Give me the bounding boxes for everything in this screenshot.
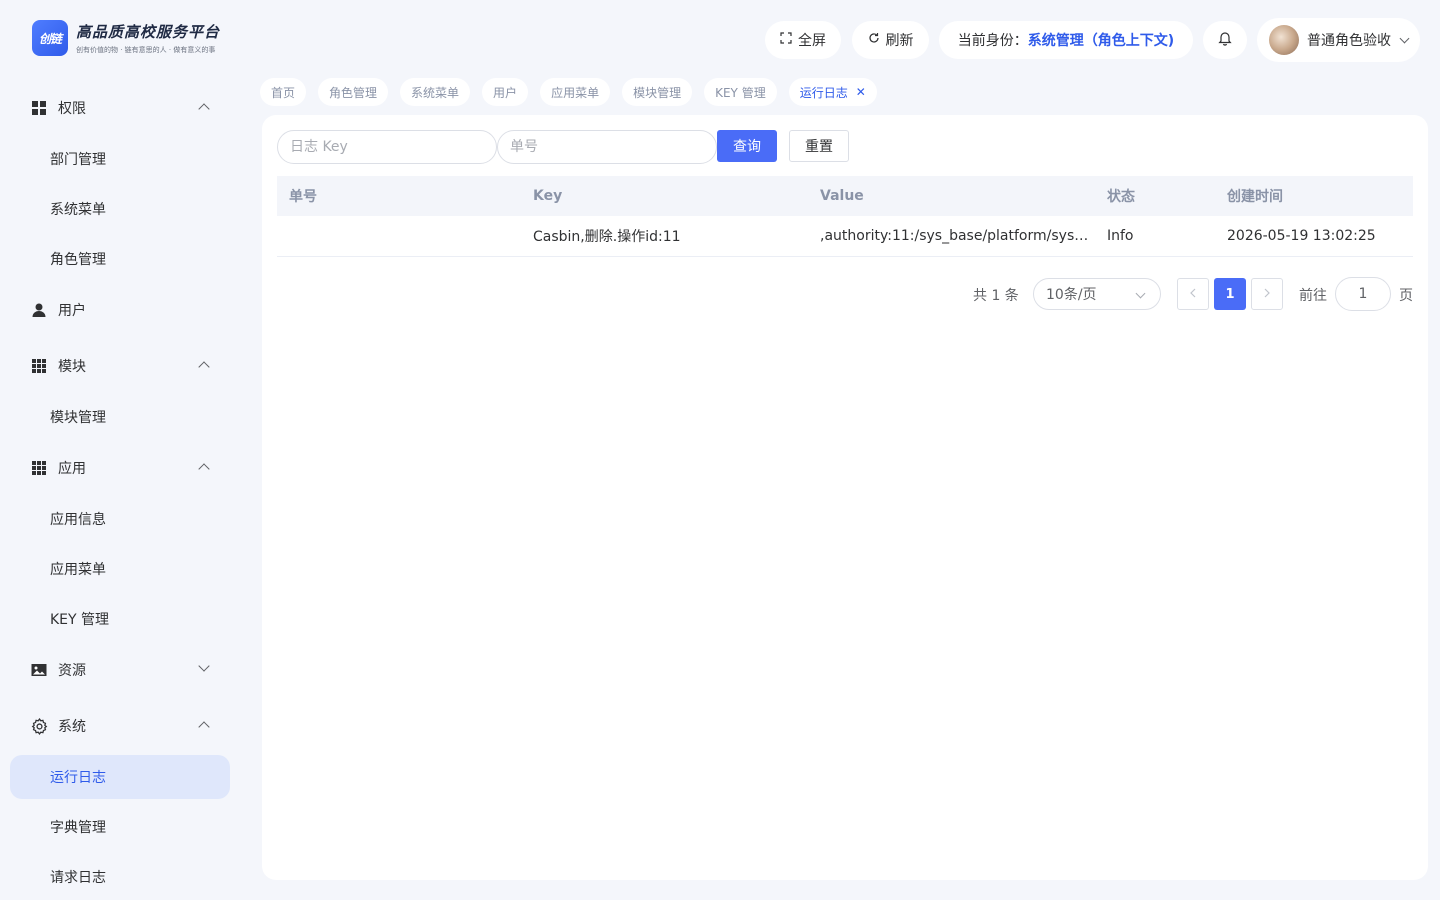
- page-size-select[interactable]: 10条/页: [1033, 278, 1161, 310]
- grid-icon: [30, 99, 48, 117]
- sidebar-menu: 权限 部门管理 系统菜单 角色管理 用户 模块 模块管理 应用 应用信息 应用菜…: [10, 85, 230, 899]
- chevron-right-icon: [1263, 287, 1271, 301]
- column-header: 单号: [289, 189, 317, 205]
- query-button[interactable]: 查询: [717, 130, 777, 162]
- column-header: Value: [820, 188, 864, 204]
- sidebar-item-departments[interactable]: 部门管理: [10, 137, 230, 181]
- apps-icon: [30, 357, 48, 375]
- prev-page-button[interactable]: [1177, 278, 1209, 310]
- tab-label: 运行日志: [799, 85, 848, 100]
- tab-users[interactable]: 用户: [482, 78, 529, 106]
- user-menu[interactable]: 普通角色验收: [1257, 18, 1420, 62]
- tab-run-log[interactable]: 运行日志 ✕: [788, 78, 877, 106]
- table-header: 单号 Key Value 状态 创建时间: [277, 176, 1413, 216]
- page-suffix: 页: [1399, 288, 1413, 304]
- pagination: 共 1 条 10条/页 1 前往 页: [262, 277, 1428, 311]
- chevron-up-icon: [198, 103, 210, 115]
- refresh-icon: [868, 32, 880, 48]
- sidebar: 创链 高品质高校服务平台 创有价值的物 · 链有意思的人 · 做有意义的事 权限…: [0, 0, 240, 900]
- brand-subtitle: 创有价值的物 · 链有意思的人 · 做有意义的事: [76, 46, 216, 54]
- avatar: [1269, 25, 1299, 55]
- log-key-input[interactable]: [277, 130, 497, 164]
- sidebar-group-label: 模块: [58, 359, 86, 375]
- sidebar-group-users[interactable]: 用户: [10, 287, 230, 333]
- image-icon: [30, 661, 48, 679]
- main-panel: 查询 重置 单号 Key Value 状态 创建时间 Casbin,删除.操作i…: [262, 115, 1428, 880]
- bell-icon: [1217, 30, 1233, 50]
- gear-icon: [30, 717, 48, 735]
- close-icon[interactable]: ✕: [856, 85, 866, 99]
- sidebar-group-label: 资源: [58, 663, 86, 679]
- sidebar-group-modules[interactable]: 模块: [10, 343, 230, 389]
- table-row[interactable]: Casbin,删除.操作id:11 ,authority:11:/sys_bas…: [277, 216, 1413, 257]
- total-count: 共 1 条: [973, 288, 1019, 304]
- goto-page-input[interactable]: [1335, 277, 1391, 311]
- sidebar-group-label: 权限: [58, 101, 86, 117]
- sidebar-item-request-log[interactable]: 请求日志: [10, 855, 230, 899]
- identity-switcher[interactable]: 当前身份： 系统管理（角色上下文): [939, 21, 1193, 59]
- refresh-button[interactable]: 刷新: [852, 21, 929, 59]
- chevron-left-icon: [1189, 287, 1197, 301]
- tab-app-menu[interactable]: 应用菜单: [540, 78, 611, 106]
- identity-value: 系统管理（角色上下文): [1027, 33, 1175, 49]
- cell-status: Info: [1107, 228, 1134, 244]
- chevron-up-icon: [198, 361, 210, 373]
- sidebar-group-permissions[interactable]: 权限: [10, 85, 230, 131]
- column-header: Key: [533, 188, 563, 204]
- sidebar-item-roles[interactable]: 角色管理: [10, 237, 230, 281]
- chevron-up-icon: [198, 721, 210, 733]
- sidebar-item-app-menu[interactable]: 应用菜单: [10, 547, 230, 591]
- user-icon: [30, 301, 48, 319]
- brand-text: 高品质高校服务平台 创有价值的物 · 链有意思的人 · 做有意义的事: [76, 21, 220, 55]
- user-name: 普通角色验收: [1307, 33, 1391, 49]
- column-header: 状态: [1107, 189, 1135, 205]
- sidebar-group-label: 用户: [58, 303, 86, 319]
- sidebar-group-system[interactable]: 系统: [10, 703, 230, 749]
- identity-label: 当前身份：: [957, 33, 1028, 49]
- cell-created: 2026-05-19 13:02:25: [1227, 228, 1376, 244]
- brand-title: 高品质高校服务平台: [76, 23, 221, 41]
- sidebar-item-key-management[interactable]: KEY 管理: [10, 597, 230, 641]
- column-header: 创建时间: [1227, 189, 1283, 205]
- sidebar-group-label: 应用: [58, 461, 86, 477]
- fullscreen-label: 全屏: [798, 33, 826, 49]
- apps-icon: [30, 459, 48, 477]
- chevron-down-icon: [1399, 33, 1410, 43]
- cell-key: Casbin,删除.操作id:11: [533, 229, 681, 245]
- sidebar-item-module-management[interactable]: 模块管理: [10, 395, 230, 439]
- tab-module-management[interactable]: 模块管理: [622, 78, 693, 106]
- logo-mark: 创链: [32, 20, 68, 56]
- tab-system-menu[interactable]: 系统菜单: [400, 78, 471, 106]
- refresh-label: 刷新: [885, 33, 914, 49]
- sidebar-item-system-menu[interactable]: 系统菜单: [10, 187, 230, 231]
- reset-button[interactable]: 重置: [789, 130, 849, 162]
- brand-logo[interactable]: 创链 高品质高校服务平台 创有价值的物 · 链有意思的人 · 做有意义的事: [32, 20, 220, 56]
- sidebar-item-dictionary[interactable]: 字典管理: [10, 805, 230, 849]
- order-no-input[interactable]: [497, 130, 717, 164]
- cell-value: ,authority:11:/sys_base/platform/sysDict…: [820, 228, 1095, 244]
- log-table: 单号 Key Value 状态 创建时间 Casbin,删除.操作id:11 ,…: [277, 176, 1413, 257]
- sidebar-item-run-log[interactable]: 运行日志: [10, 755, 230, 799]
- chevron-up-icon: [198, 463, 210, 475]
- sidebar-group-label: 系统: [58, 719, 86, 735]
- notifications-button[interactable]: [1203, 21, 1247, 59]
- sidebar-group-resources[interactable]: 资源: [10, 647, 230, 693]
- chevron-down-icon: [198, 660, 210, 672]
- page-tabs: 首页 角色管理 系统菜单 用户 应用菜单 模块管理 KEY 管理 运行日志 ✕: [260, 78, 889, 106]
- sidebar-item-app-info[interactable]: 应用信息: [10, 497, 230, 541]
- chevron-down-icon: [1135, 288, 1146, 299]
- page-number-current[interactable]: 1: [1214, 278, 1246, 310]
- fullscreen-button[interactable]: 全屏: [765, 21, 841, 59]
- tab-key-management[interactable]: KEY 管理: [704, 78, 777, 106]
- fullscreen-icon: [780, 32, 792, 48]
- sidebar-group-apps[interactable]: 应用: [10, 445, 230, 491]
- next-page-button[interactable]: [1251, 278, 1283, 310]
- tab-home[interactable]: 首页: [260, 78, 307, 106]
- tab-roles[interactable]: 角色管理: [318, 78, 389, 106]
- page-size-value: 10条/页: [1046, 287, 1097, 303]
- goto-label: 前往: [1299, 288, 1327, 304]
